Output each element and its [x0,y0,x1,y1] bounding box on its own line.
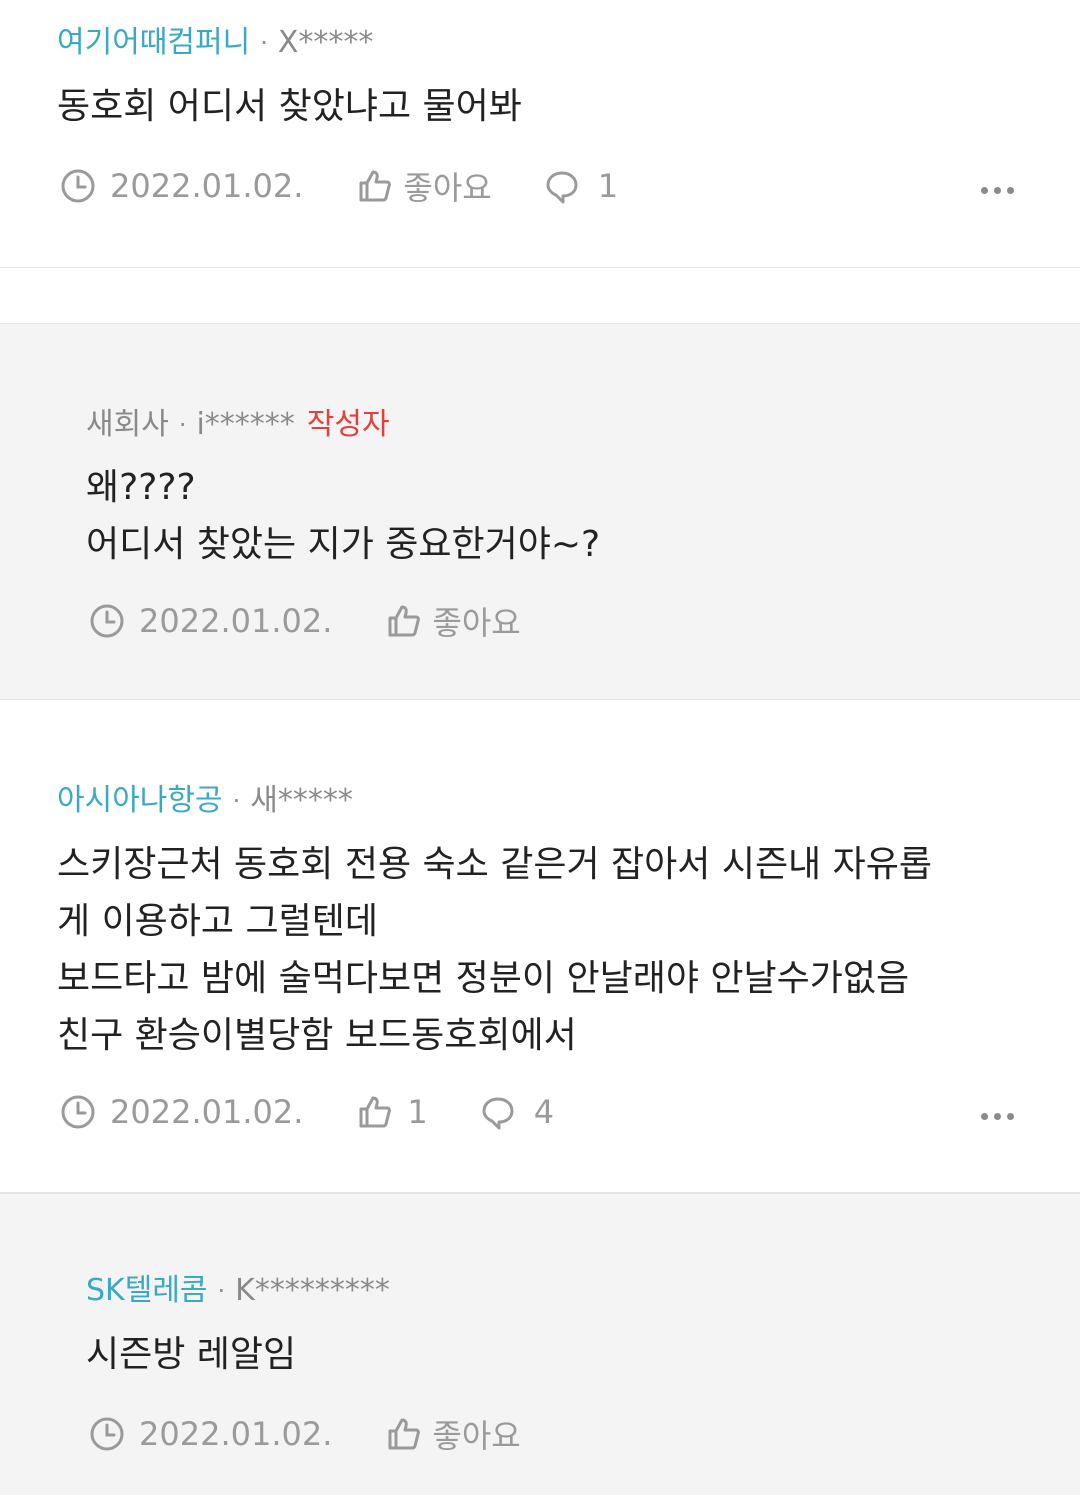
comment-header: 새회사 · i****** 작성자 [86,410,390,440]
reply-button[interactable]: 1 [544,167,618,205]
like-label: 좋아요 [432,1417,521,1455]
username: K********* [235,1273,390,1308]
clock-icon [61,1095,95,1129]
reply-item: 새회사 · i****** 작성자 왜???? 어디서 찾았는 지가 중요한거야… [0,323,1080,700]
date-text: 2022.01.02. [139,602,333,640]
more-dot [1007,1112,1014,1120]
comment-line: 왜???? [86,467,196,508]
date-text: 2022.01.02. [110,167,304,205]
like-count: 1 [407,1093,428,1131]
comment-meta: 2022.01.02. 좋아요 [89,1411,521,1457]
comment-line: 시즌방 레알임 [86,1334,297,1375]
comment-meta: 2022.01.02. 1 4 [60,1092,554,1132]
comment-text: 동호회 어디서 찾았냐고 물어봐 [57,78,522,135]
speech-bubble-icon [546,171,578,204]
username: X***** [277,25,374,60]
speech-bubble-icon [482,1097,514,1130]
date: 2022.01.02. [60,1093,303,1131]
more-dot [994,186,1001,194]
date-text: 2022.01.02. [110,1093,304,1131]
author-badge: 작성자 [306,407,390,442]
like-label: 좋아요 [432,604,521,642]
separator: · [217,1277,226,1305]
comment-header: SK텔레콤 · K********* [86,1276,390,1306]
reply-item: SK텔레콤 · K********* 시즌방 레알임 2022.01.02. 좋… [0,1193,1080,1495]
comment-line: 게 이용하고 그럴텐데 [57,901,378,942]
more-options-button[interactable] [981,1096,1014,1136]
more-dot [994,1112,1001,1120]
comment-meta: 2022.01.02. 좋아요 1 [60,163,618,209]
date: 2022.01.02. [60,167,303,205]
date-text: 2022.01.02. [139,1415,333,1453]
username: 새***** [250,783,353,818]
separator: · [178,411,187,439]
separator: · [232,787,241,815]
thumbs-up-icon [359,1096,392,1128]
date: 2022.01.02. [89,602,332,640]
comment-header: 여기어때컴퍼니 · X***** [57,28,373,58]
like-button[interactable]: 좋아요 [386,1411,521,1457]
date: 2022.01.02. [89,1415,332,1453]
comment-line: 동호회 어디서 찾았냐고 물어봐 [57,86,522,127]
reply-count: 1 [597,167,619,205]
company-name[interactable]: 아시아나항공 [57,786,223,816]
comment-header: 아시아나항공 · 새***** [57,786,353,816]
reply-button[interactable]: 4 [480,1093,554,1131]
username: i****** [196,407,295,442]
comment-item: 아시아나항공 · 새***** 스키장근처 동호회 전용 숙소 같은거 잡아서 … [0,700,1080,1193]
comment-item: 여기어때컴퍼니 · X***** 동호회 어디서 찾았냐고 물어봐 2022.0… [0,0,1080,268]
more-dot [1007,186,1014,194]
clock-icon [61,169,95,203]
more-dots-icon [981,186,988,194]
comment-line: 어디서 찾았는 지가 중요한거야~? [86,524,601,565]
clock-icon [90,1417,124,1451]
company-name[interactable]: SK텔레콤 [86,1276,208,1306]
thumbs-up-icon [388,1418,421,1450]
like-button[interactable]: 좋아요 [357,163,492,209]
reply-count: 4 [533,1093,555,1131]
comment-line: 친구 환승이별당함 보드동호회에서 [57,1015,577,1056]
company-name[interactable]: 여기어때컴퍼니 [57,28,250,58]
company-name[interactable]: 새회사 [86,410,169,440]
clock-icon [90,604,124,638]
comment-meta: 2022.01.02. 좋아요 [89,598,521,644]
thumbs-up-icon [388,605,421,637]
comment-line: 스키장근처 동호회 전용 숙소 같은거 잡아서 시즌내 자유롭 [57,844,932,885]
more-options-button[interactable] [981,170,1014,210]
comment-text: 시즌방 레알임 [86,1326,296,1383]
more-dots-icon [981,1112,988,1120]
like-label: 좋아요 [403,169,492,207]
separator: · [260,29,268,57]
comment-line: 보드타고 밤에 술먹다보면 정분이 안날래야 안날수가없음 [57,958,910,999]
like-button[interactable]: 1 [357,1093,428,1131]
comment-text: 스키장근처 동호회 전용 숙소 같은거 잡아서 시즌내 자유롭 게 이용하고 그… [57,836,932,1064]
thumbs-up-icon [359,170,392,202]
comment-text: 왜???? 어디서 찾았는 지가 중요한거야~? [86,459,600,573]
like-button[interactable]: 좋아요 [386,598,521,644]
